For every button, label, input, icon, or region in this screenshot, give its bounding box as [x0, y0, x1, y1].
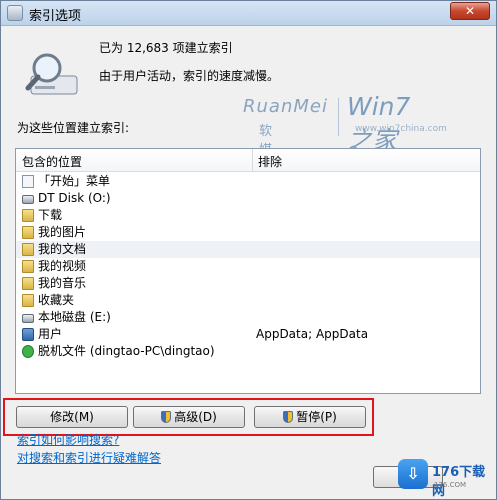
- folder-icon: [22, 294, 34, 307]
- index-locations-label: 为这些位置建立索引:: [17, 121, 130, 135]
- folder-icon: [22, 243, 34, 256]
- location-name: 我的图片: [38, 225, 87, 239]
- badge-subtext: 176.COM: [434, 481, 467, 489]
- download-icon: ⇩: [398, 459, 428, 489]
- pause-button[interactable]: 暂停(P): [254, 406, 366, 428]
- disk-icon: [22, 195, 34, 204]
- location-name: 下载: [38, 208, 63, 222]
- index-locations-list[interactable]: 包含的位置 排除 「开始」菜单 DT Disk (O:) 下载 我的图片 我的文…: [15, 148, 481, 394]
- list-item[interactable]: 我的视频: [16, 258, 480, 275]
- indexing-status-text: 由于用户活动，索引的速度减慢。: [99, 69, 280, 83]
- location-name: 用户: [38, 327, 63, 341]
- watermark-ruanmei: RuanMei: [243, 96, 328, 117]
- shield-icon: [161, 411, 172, 423]
- how-indexing-affects-search-link[interactable]: 索引如何影响搜索?: [17, 431, 119, 448]
- list-item[interactable]: 「开始」菜单: [16, 173, 480, 190]
- modify-button-label: 修改(M): [50, 410, 94, 424]
- advanced-button[interactable]: 高级(D): [133, 406, 245, 428]
- shield-icon: [283, 411, 294, 423]
- list-item[interactable]: DT Disk (O:): [16, 190, 480, 207]
- list-item[interactable]: 我的图片: [16, 224, 480, 241]
- indexed-count-text: 已为 12,683 项建立索引: [99, 41, 233, 55]
- exclude-value: AppData; AppData: [256, 327, 369, 341]
- indexing-options-window: 索引选项 ✕ 已为 12,683 项建立索引 由于用户活动，索引的速度减慢。 R…: [0, 0, 497, 500]
- column-separator[interactable]: [252, 149, 253, 171]
- watermark-divider: [338, 98, 339, 136]
- column-header-exclude[interactable]: 排除: [258, 153, 282, 170]
- start-menu-icon: [22, 175, 34, 188]
- list-item[interactable]: 下载: [16, 207, 480, 224]
- location-name: 我的视频: [38, 259, 87, 273]
- modify-button[interactable]: 修改(M): [16, 406, 128, 428]
- dialog-body: 已为 12,683 项建立索引 由于用户活动，索引的速度减慢。 RuanMei …: [3, 26, 488, 496]
- location-name: 脱机文件 (dingtao-PC\dingtao): [38, 344, 215, 358]
- user-folder-icon: [22, 328, 34, 341]
- troubleshoot-link[interactable]: 对搜索和索引进行疑难解答: [17, 449, 161, 466]
- badge-text: 176下载网: [432, 465, 486, 499]
- magnifier-drive-icon: [25, 53, 78, 95]
- disk-icon: [22, 314, 34, 323]
- location-name: 我的音乐: [38, 276, 87, 290]
- window-title: 索引选项: [29, 9, 82, 24]
- location-name: 收藏夹: [38, 293, 75, 307]
- location-name: 「开始」菜单: [38, 174, 111, 188]
- location-name: DT Disk (O:): [38, 191, 111, 205]
- list-rows: 「开始」菜单 DT Disk (O:) 下载 我的图片 我的文档 我的视频 我的…: [16, 173, 480, 360]
- list-item[interactable]: 脱机文件 (dingtao-PC\dingtao): [16, 343, 480, 360]
- location-name: 我的文档: [38, 242, 87, 256]
- list-item[interactable]: 收藏夹: [16, 292, 480, 309]
- site-badge: ⇩ 176下载网 176.COM: [398, 455, 492, 499]
- list-item[interactable]: 我的文档: [16, 241, 480, 258]
- list-item[interactable]: 本地磁盘 (E:): [16, 309, 480, 326]
- list-item[interactable]: 用户 AppData; AppData: [16, 326, 480, 343]
- sync-icon: [22, 345, 34, 358]
- advanced-button-label: 高级(D): [174, 410, 217, 424]
- title-bar: 索引选项 ✕: [1, 1, 496, 26]
- folder-icon: [22, 226, 34, 239]
- indexing-options-icon: [7, 5, 23, 21]
- folder-icon: [22, 209, 34, 222]
- folder-icon: [22, 277, 34, 290]
- close-window-button[interactable]: ✕: [450, 2, 490, 20]
- folder-icon: [22, 260, 34, 273]
- column-header-location[interactable]: 包含的位置: [22, 153, 82, 170]
- list-header: 包含的位置 排除: [16, 149, 480, 172]
- location-name: 本地磁盘 (E:): [38, 310, 111, 324]
- list-item[interactable]: 我的音乐: [16, 275, 480, 292]
- watermark-url: www.win7china.com: [355, 124, 447, 134]
- pause-button-label: 暂停(P): [296, 410, 337, 424]
